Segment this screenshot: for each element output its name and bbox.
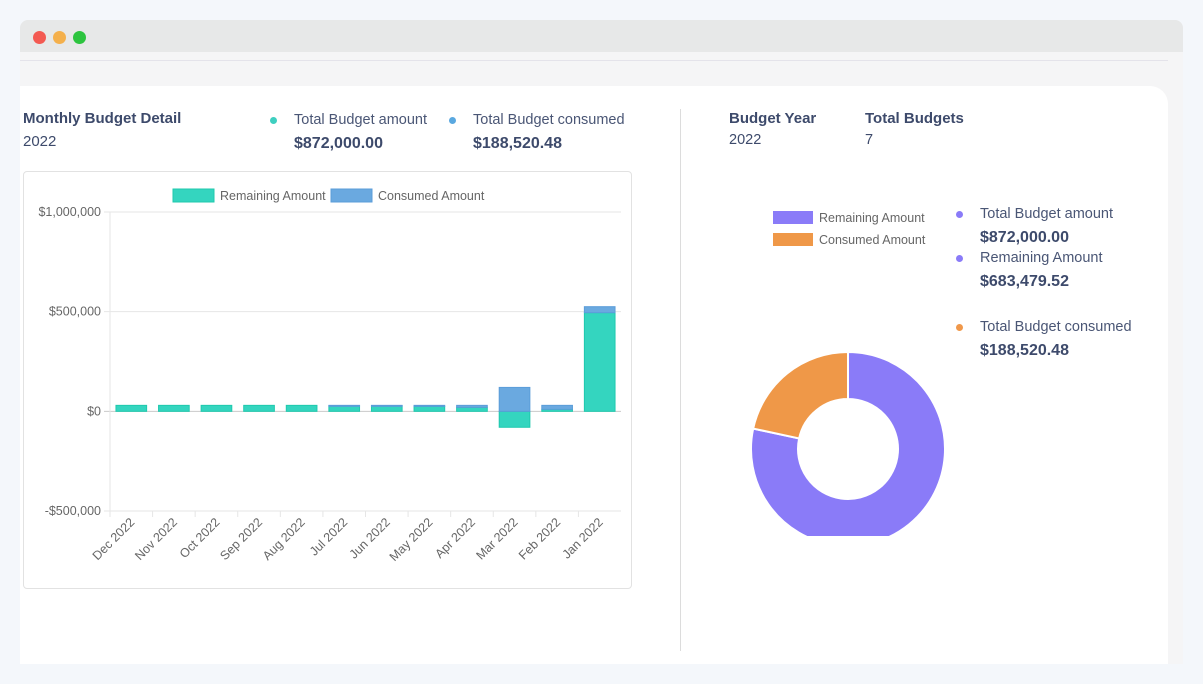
total-budget-amount-dot-icon (270, 117, 277, 124)
budget-year-value: 2022 (729, 132, 762, 148)
donut-legend-swatch-remaining-amount (773, 211, 813, 224)
panel-divider (680, 109, 681, 651)
donut-slice-consumed-amount (751, 350, 849, 440)
budget-donut-chart: Remaining Amount Consumed Amount (750, 211, 946, 536)
remaining-amount-dot-icon (956, 255, 963, 262)
right-total-budget-consumed-label: Total Budget consumed (980, 319, 1132, 335)
budget-year-label: Budget Year (729, 110, 817, 127)
total-budget-consumed-dot-icon (449, 117, 456, 124)
window-titlebar (20, 20, 1183, 52)
bar-consumed-amount (456, 404, 488, 408)
bar-remaining-amount (115, 404, 148, 412)
monthly-budget-title: Monthly Budget Detail (23, 110, 182, 127)
total-budgets-label: Total Budgets (865, 110, 964, 127)
x-tick-label: Jan 2022 (560, 515, 606, 561)
minimize-window-button[interactable] (53, 31, 66, 44)
total-budget-amount-label: Total Budget amount (294, 112, 428, 128)
x-tick-label: Nov 2022 (132, 515, 180, 563)
bar-remaining-amount (158, 404, 190, 412)
bar-remaining-amount (498, 410, 531, 428)
total-budget-consumed-label: Total Budget consumed (473, 112, 625, 128)
x-tick-label: Oct 2022 (177, 515, 223, 561)
legend-label-remaining-amount: Remaining Amount (220, 189, 326, 203)
bar-remaining-amount (413, 405, 446, 412)
budget-dashboard-card: Monthly Budget Detail 2022 Total Budget … (20, 86, 1168, 664)
y-tick-label: $1,000,000 (38, 205, 101, 219)
legend-swatch-remaining-amount (172, 188, 215, 203)
bar-remaining-amount (456, 406, 488, 412)
remaining-amount-label: Remaining Amount (980, 250, 1103, 266)
right-total-budget-consumed-value: $188,520.48 (980, 342, 1069, 359)
bar-consumed-amount (413, 404, 446, 407)
toolbar-divider (20, 60, 1168, 61)
bar-consumed-amount (370, 404, 403, 407)
bar-remaining-amount (243, 404, 275, 412)
total-budget-consumed-value: $188,520.48 (473, 135, 562, 152)
x-tick-label: Aug 2022 (260, 515, 308, 563)
y-tick-label: $0 (87, 404, 101, 418)
bar-consumed-amount (583, 306, 616, 314)
y-tick-label: -$500,000 (45, 504, 101, 518)
total-budget-amount-value: $872,000.00 (294, 135, 383, 152)
browser-window: Monthly Budget Detail 2022 Total Budget … (20, 20, 1183, 664)
bar-remaining-amount (583, 312, 616, 412)
x-tick-label: Mar 2022 (473, 515, 520, 562)
bar-consumed-amount (498, 386, 531, 412)
bar-consumed-amount (541, 404, 573, 410)
x-tick-label: Dec 2022 (90, 515, 138, 563)
x-tick-label: Feb 2022 (516, 515, 563, 562)
right-total-budget-amount-value: $872,000.00 (980, 229, 1069, 246)
total-budgets-value: 7 (865, 132, 874, 148)
remaining-amount-value: $683,479.52 (980, 273, 1069, 290)
right-total-budget-amount-label: Total Budget amount (980, 206, 1114, 222)
maximize-window-button[interactable] (73, 31, 86, 44)
bar-remaining-amount (285, 404, 318, 412)
monthly-bar-chart-container: Remaining Amount Consumed Amount $1,000,0… (23, 171, 632, 589)
donut-legend-swatch-consumed-amount (773, 233, 813, 246)
monthly-budget-year: 2022 (23, 133, 57, 150)
x-tick-label: Jul 2022 (307, 515, 350, 558)
bar-remaining-amount (200, 404, 233, 412)
bar-consumed-amount (328, 404, 361, 407)
right-total-budget-amount-dot-icon (956, 211, 963, 218)
donut-legend-label-consumed-amount: Consumed Amount (819, 233, 926, 247)
monthly-bar-chart: Remaining Amount Consumed Amount $1,000,0… (38, 188, 621, 564)
right-total-budget-consumed-dot-icon (956, 324, 963, 331)
legend-label-consumed-amount: Consumed Amount (378, 189, 485, 203)
y-tick-label: $500,000 (49, 305, 101, 319)
x-tick-label: Sep 2022 (217, 515, 265, 563)
donut-legend-label-remaining-amount: Remaining Amount (819, 211, 925, 225)
x-tick-label: May 2022 (387, 515, 436, 564)
close-window-button[interactable] (33, 31, 46, 44)
x-tick-label: Apr 2022 (432, 515, 478, 561)
legend-swatch-consumed-amount (330, 188, 373, 203)
